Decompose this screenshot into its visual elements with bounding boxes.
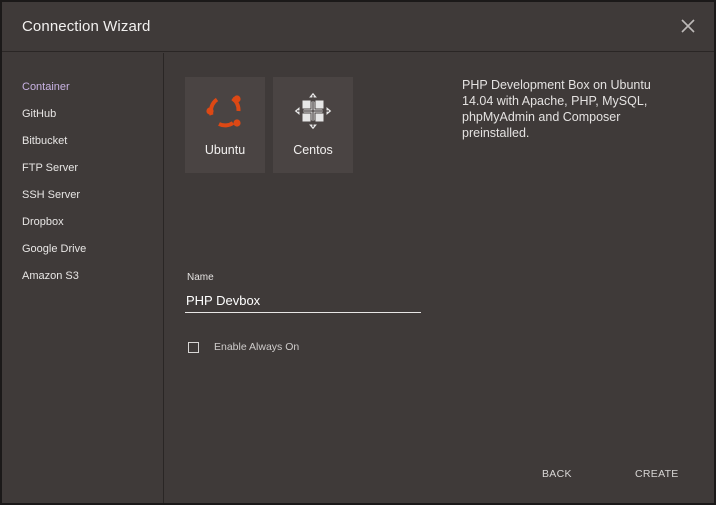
sidebar-item-container[interactable]: Container xyxy=(22,81,70,93)
dialog-title: Connection Wizard xyxy=(22,18,151,35)
sidebar-item-bitbucket[interactable]: Bitbucket xyxy=(22,135,67,147)
sidebar-item-dropbox[interactable]: Dropbox xyxy=(22,216,64,228)
sidebar-item-ssh-server[interactable]: SSH Server xyxy=(22,189,80,201)
name-label: Name xyxy=(187,272,214,283)
sidebar-item-github[interactable]: GitHub xyxy=(22,108,56,120)
back-button[interactable]: BACK xyxy=(542,468,572,480)
title-bar: Connection Wizard xyxy=(2,2,714,52)
close-icon[interactable] xyxy=(678,16,698,36)
connection-wizard-dialog: Connection Wizard Container GitHub Bitbu… xyxy=(0,0,716,505)
sidebar-item-amazon-s3[interactable]: Amazon S3 xyxy=(22,270,79,282)
ubuntu-logo-icon xyxy=(206,95,241,128)
centos-logo-icon xyxy=(293,91,333,131)
image-description: PHP Development Box on Ubuntu 14.04 with… xyxy=(462,78,651,140)
sidebar: Container GitHub Bitbucket FTP Server SS… xyxy=(2,53,164,503)
name-input[interactable] xyxy=(185,289,421,313)
always-on-checkbox[interactable] xyxy=(188,342,199,353)
image-tile-ubuntu[interactable]: Ubuntu xyxy=(185,77,265,173)
sidebar-item-google-drive[interactable]: Google Drive xyxy=(22,243,86,255)
image-tile-centos[interactable]: Centos xyxy=(273,77,353,173)
image-tile-label: Ubuntu xyxy=(204,143,246,157)
create-button[interactable]: CREATE xyxy=(635,468,679,480)
image-tile-label: Centos xyxy=(293,143,333,157)
sidebar-item-ftp-server[interactable]: FTP Server xyxy=(22,162,78,174)
always-on-label: Enable Always On xyxy=(214,341,300,353)
